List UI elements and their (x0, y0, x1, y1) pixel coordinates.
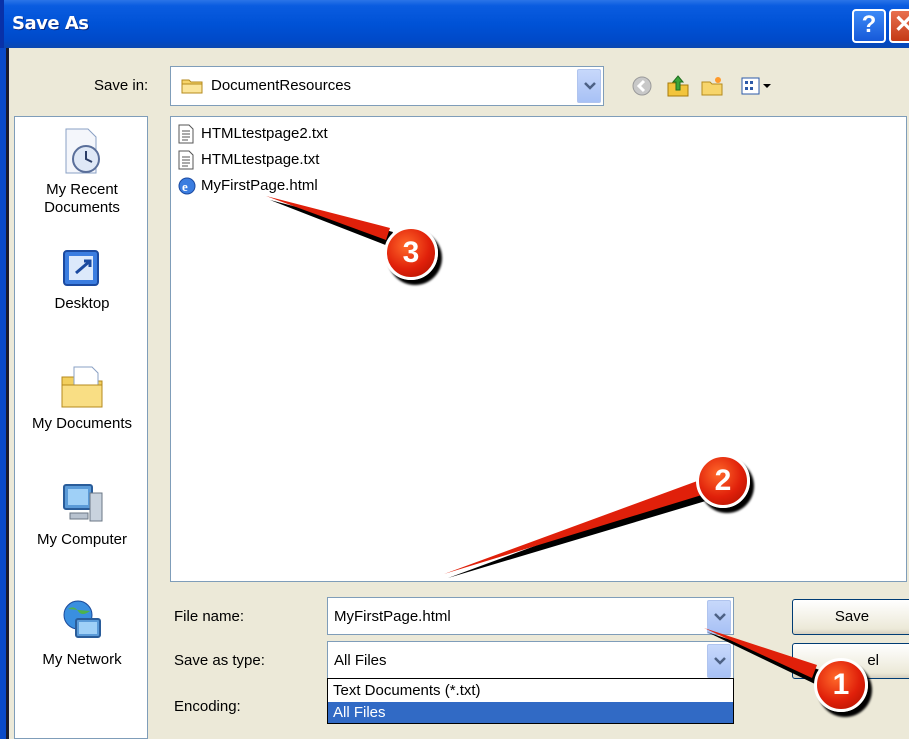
annotation-callout-2: 2 (696, 454, 750, 508)
annotation-arrows (266, 196, 820, 684)
annotation-callout-3: 3 (384, 226, 438, 280)
annotation-callout-1: 1 (814, 658, 868, 712)
